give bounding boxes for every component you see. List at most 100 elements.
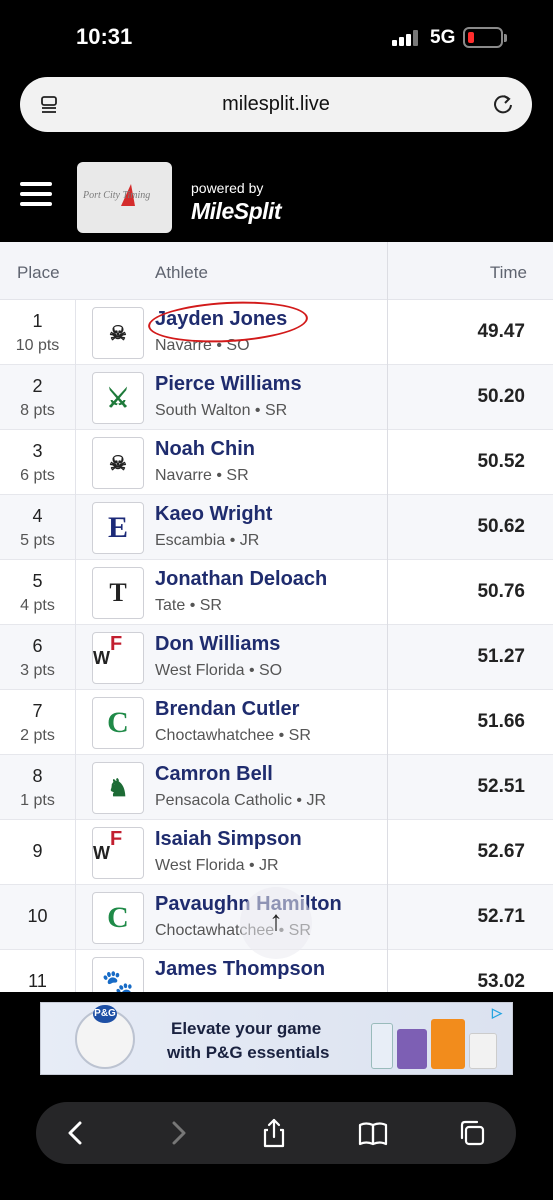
back-icon[interactable] xyxy=(60,1117,92,1149)
result-time: 51.27 xyxy=(477,646,525,667)
column-divider xyxy=(75,300,76,992)
header-place[interactable]: Place xyxy=(17,263,60,283)
pg-logo: P&G xyxy=(93,1005,117,1023)
place-points: 4 pts xyxy=(20,597,55,614)
result-time: 50.20 xyxy=(477,386,525,407)
product-images xyxy=(371,1009,501,1069)
place-points: 8 pts xyxy=(20,402,55,419)
ad-banner[interactable]: P&G Elevate your game with P&G essential… xyxy=(40,1002,513,1075)
result-time: 50.62 xyxy=(477,516,525,537)
forward-icon[interactable] xyxy=(162,1117,194,1149)
athlete-school: Navarre • SR xyxy=(155,467,249,484)
url-text[interactable]: milesplit.live xyxy=(20,93,532,116)
tabs-icon[interactable] xyxy=(456,1117,488,1149)
handwritten-circle xyxy=(147,297,309,347)
bookmarks-icon[interactable] xyxy=(357,1117,389,1149)
adchoices-icon[interactable]: ▷ xyxy=(492,1005,508,1021)
place-number: 8 xyxy=(32,766,43,786)
place-number: 10 xyxy=(27,906,48,926)
table-row[interactable]: 8 1 pts ♞ Camron Bell Pensacola Catholic… xyxy=(0,755,553,820)
athlete-school: West Florida • SO xyxy=(155,662,283,679)
result-time: 49.47 xyxy=(477,321,525,342)
place-number: 5 xyxy=(32,571,43,591)
menu-icon[interactable] xyxy=(20,182,52,206)
logo-text: Port City Timing xyxy=(83,190,151,201)
results-table: Place Athlete Time 1 10 pts ☠ Jayden Jon… xyxy=(0,242,553,992)
athlete-school: Choctawhatchee • SR xyxy=(155,727,311,744)
ad-container: P&G Elevate your game with P&G essential… xyxy=(0,992,553,1082)
header-athlete[interactable]: Athlete xyxy=(155,263,208,283)
table-row[interactable]: 9 WF Isaiah Simpson West Florida • JR 52… xyxy=(0,820,553,885)
table-row[interactable]: 3 6 pts ☠ Noah Chin Navarre • SR 50.52 xyxy=(0,430,553,495)
place-points: 10 pts xyxy=(15,337,60,354)
team-logo-west-florida: WF xyxy=(92,632,144,684)
battery-tip xyxy=(504,34,507,42)
athlete-name[interactable]: Kaeo Wright xyxy=(155,503,272,526)
table-row[interactable]: 1 10 pts ☠ Jayden Jones Navarre • SO 49.… xyxy=(0,297,553,365)
athlete-name[interactable]: Don Williams xyxy=(155,633,280,656)
arrow-up-icon: ↑ xyxy=(269,905,283,936)
ad-subline: with P&G essentials xyxy=(167,1043,330,1062)
browser-toolbar xyxy=(36,1102,516,1164)
powered-by-label: powered by xyxy=(191,180,264,196)
result-time: 51.66 xyxy=(477,711,525,732)
share-icon[interactable] xyxy=(258,1117,290,1149)
place-number: 11 xyxy=(28,971,47,991)
table-row[interactable]: 2 8 pts ⚔ Pierce Williams South Walton •… xyxy=(0,365,553,430)
network-type: 5G xyxy=(430,27,456,48)
team-logo-west-florida: WF xyxy=(92,827,144,879)
team-logo-tate: T xyxy=(92,567,144,619)
place-points: 5 pts xyxy=(20,532,55,549)
team-logo-choctawhatchee: C xyxy=(92,892,144,944)
athlete-school: Tate • SR xyxy=(155,597,222,614)
athlete-name[interactable]: Brendan Cutler xyxy=(155,698,299,721)
milesplit-logo[interactable]: MileSplit xyxy=(191,198,282,225)
scroll-to-top-button[interactable]: ↑ xyxy=(240,887,312,959)
result-time: 52.51 xyxy=(477,776,525,797)
result-time: 52.67 xyxy=(477,841,525,862)
team-logo-pensacola-catholic: ♞ xyxy=(92,762,144,814)
result-time: 50.52 xyxy=(477,451,525,472)
place-number: 2 xyxy=(32,376,43,396)
athlete-name[interactable]: Jonathan Deloach xyxy=(155,568,327,591)
athlete-name[interactable]: Pierce Williams xyxy=(155,373,302,396)
reload-icon[interactable] xyxy=(492,93,514,115)
table-row[interactable]: 5 4 pts T Jonathan Deloach Tate • SR 50.… xyxy=(0,560,553,625)
place-number: 1 xyxy=(32,311,43,331)
site-header: Port City Timing powered by MileSplit xyxy=(0,148,553,242)
result-time: 53.02 xyxy=(477,971,525,992)
table-row[interactable]: 7 2 pts C Brendan Cutler Choctawhatchee … xyxy=(0,690,553,755)
table-header: Place Athlete Time xyxy=(0,242,553,300)
battery-icon xyxy=(463,27,503,48)
place-points: 6 pts xyxy=(20,467,55,484)
team-logo-escambia: E xyxy=(92,502,144,554)
athlete-school: Pensacola Catholic • JR xyxy=(155,792,327,809)
result-time: 52.71 xyxy=(477,906,525,927)
team-logo-raider: ☠ xyxy=(92,437,144,489)
athlete-school: South Walton • SR xyxy=(155,402,288,419)
team-logo-panther: 🐾 xyxy=(92,957,144,992)
header-time[interactable]: Time xyxy=(490,263,527,283)
address-bar[interactable]: milesplit.live xyxy=(20,77,532,132)
place-points: 2 pts xyxy=(20,727,55,744)
athlete-school: Escambia • JR xyxy=(155,532,260,549)
athlete-name[interactable]: James Thompson xyxy=(155,958,325,981)
status-bar: 10:31 5G xyxy=(0,0,553,72)
place-points: 3 pts xyxy=(20,662,55,679)
athlete-school: West Florida • JR xyxy=(155,857,279,874)
place-number: 3 xyxy=(32,441,43,461)
athlete-name[interactable]: Isaiah Simpson xyxy=(155,828,302,851)
place-number: 7 xyxy=(32,701,43,721)
table-row[interactable]: 4 5 pts E Kaeo Wright Escambia • JR 50.6… xyxy=(0,495,553,560)
athlete-name[interactable]: Camron Bell xyxy=(155,763,273,786)
team-logo-choctawhatchee: C xyxy=(92,697,144,749)
place-number: 6 xyxy=(32,636,43,656)
team-logo-spartan: ⚔ xyxy=(92,372,144,424)
ad-headline: Elevate your game xyxy=(171,1019,322,1038)
place-number: 9 xyxy=(32,841,43,861)
timer-logo[interactable]: Port City Timing xyxy=(77,162,172,233)
result-time: 50.76 xyxy=(477,581,525,602)
athlete-name[interactable]: Noah Chin xyxy=(155,438,255,461)
table-row[interactable]: 6 3 pts WF Don Williams West Florida • S… xyxy=(0,625,553,690)
place-number: 4 xyxy=(32,506,43,526)
